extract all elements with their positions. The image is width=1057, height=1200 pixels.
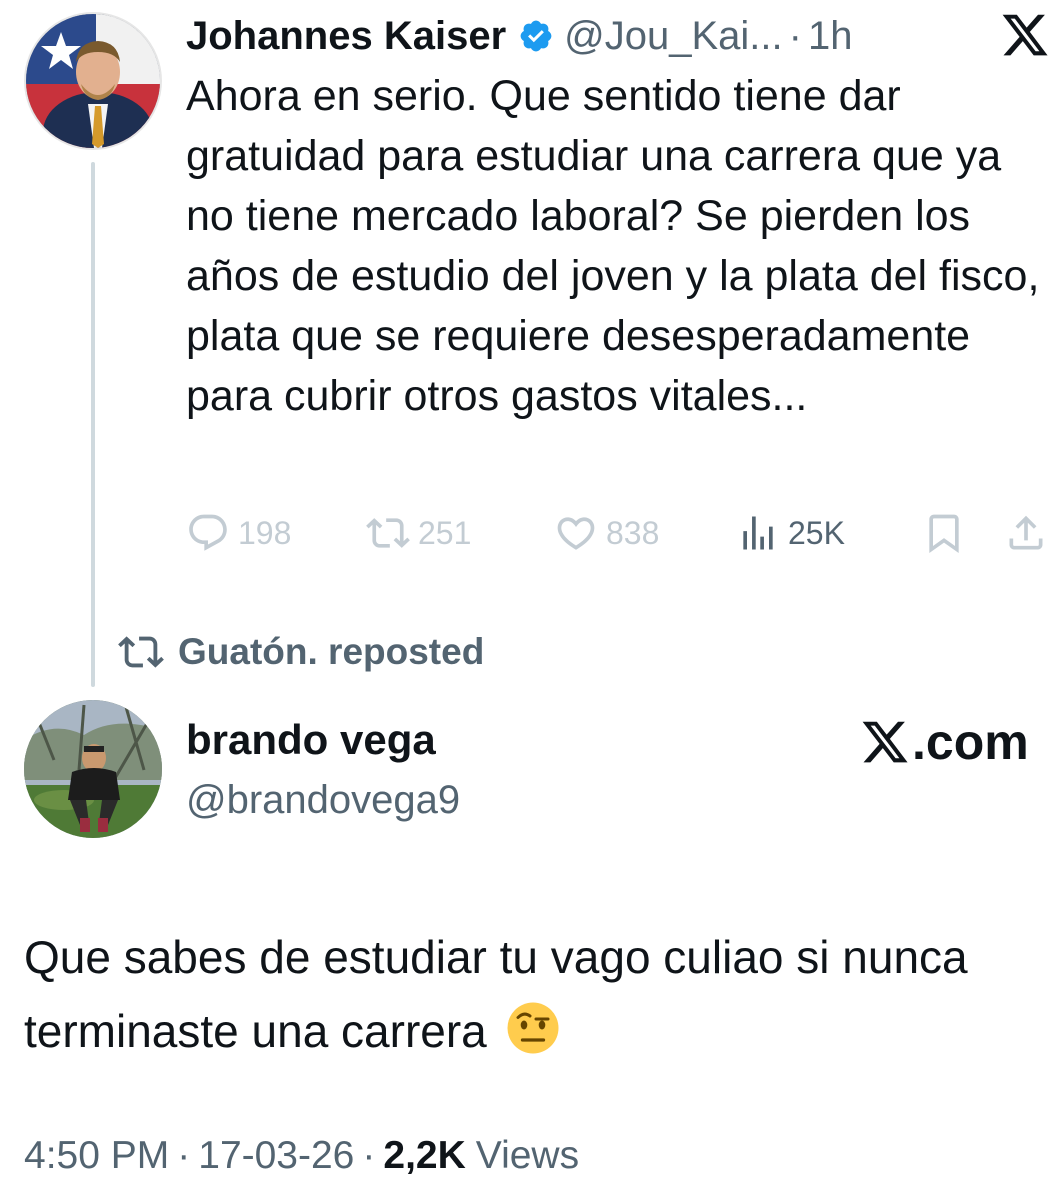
separator-dot: · bbox=[362, 1134, 376, 1177]
views-count: 25K bbox=[788, 514, 845, 551]
like-button[interactable]: 838 bbox=[554, 505, 659, 561]
tweet-meta: 4:50 PM · 17-03-26 · 2,2K Views bbox=[24, 1128, 579, 1184]
tweet-timestamp[interactable]: 4:50 PM bbox=[24, 1134, 169, 1178]
x-com-label: .com bbox=[912, 714, 1029, 770]
reply-body-text: Que sabes de estudiar tu vago culiao si … bbox=[24, 931, 968, 1057]
author-avatar[interactable] bbox=[24, 12, 162, 150]
retweet-count: 251 bbox=[418, 514, 472, 551]
tweet-time[interactable]: 1h bbox=[808, 14, 853, 59]
thread-connector-line bbox=[91, 162, 95, 687]
repost-banner[interactable]: Guatón. reposted bbox=[118, 628, 484, 676]
views-icon bbox=[743, 516, 773, 550]
separator-dot: · bbox=[177, 1134, 191, 1177]
author-name[interactable]: Johannes Kaiser bbox=[186, 14, 506, 59]
share-button[interactable] bbox=[1004, 505, 1048, 561]
tweet-screenshot: Johannes Kaiser @Jou_Kai... · 1h Ahora e… bbox=[0, 0, 1057, 1200]
bookmark-icon bbox=[929, 514, 959, 554]
x-com-brand: .com bbox=[860, 712, 1029, 772]
reply-button[interactable]: 198 bbox=[186, 505, 291, 561]
tweet-date[interactable]: 17-03-26 bbox=[198, 1134, 354, 1178]
retweet-button[interactable]: 251 bbox=[366, 505, 471, 561]
face-with-raised-eyebrow-emoji bbox=[507, 1002, 559, 1054]
reply-icon bbox=[189, 514, 227, 551]
share-icon bbox=[1009, 515, 1043, 550]
views-button[interactable]: 25K bbox=[736, 505, 845, 561]
reply-author-avatar[interactable] bbox=[24, 700, 162, 838]
reply-author-handle[interactable]: @brandovega9 bbox=[186, 772, 460, 828]
views-label: Views bbox=[475, 1134, 580, 1177]
x-logo-icon bbox=[1002, 14, 1048, 56]
separator-dot: · bbox=[788, 13, 802, 58]
reply-body: Que sabes de estudiar tu vago culiao si … bbox=[24, 920, 1024, 1068]
reply-author-name[interactable]: brando vega bbox=[186, 712, 436, 768]
reply-count: 198 bbox=[238, 514, 292, 551]
tweet-action-bar: 198 251 838 25K bbox=[186, 505, 1056, 561]
verified-badge-icon bbox=[520, 20, 552, 52]
bookmark-button[interactable] bbox=[922, 505, 966, 561]
retweet-icon bbox=[118, 636, 164, 668]
repost-label: Guatón. reposted bbox=[178, 631, 485, 672]
like-count: 838 bbox=[606, 514, 660, 551]
x-logo-icon bbox=[862, 721, 908, 763]
tweet-body-text: Ahora en serio. Que sentido tiene dar gr… bbox=[186, 72, 1040, 420]
like-icon bbox=[557, 517, 595, 550]
retweet-icon bbox=[366, 518, 410, 548]
author-handle[interactable]: @Jou_Kai... bbox=[564, 14, 783, 59]
tweet-header: Johannes Kaiser @Jou_Kai... · 1h bbox=[186, 8, 852, 64]
views-count-total: 2,2K bbox=[383, 1134, 466, 1177]
